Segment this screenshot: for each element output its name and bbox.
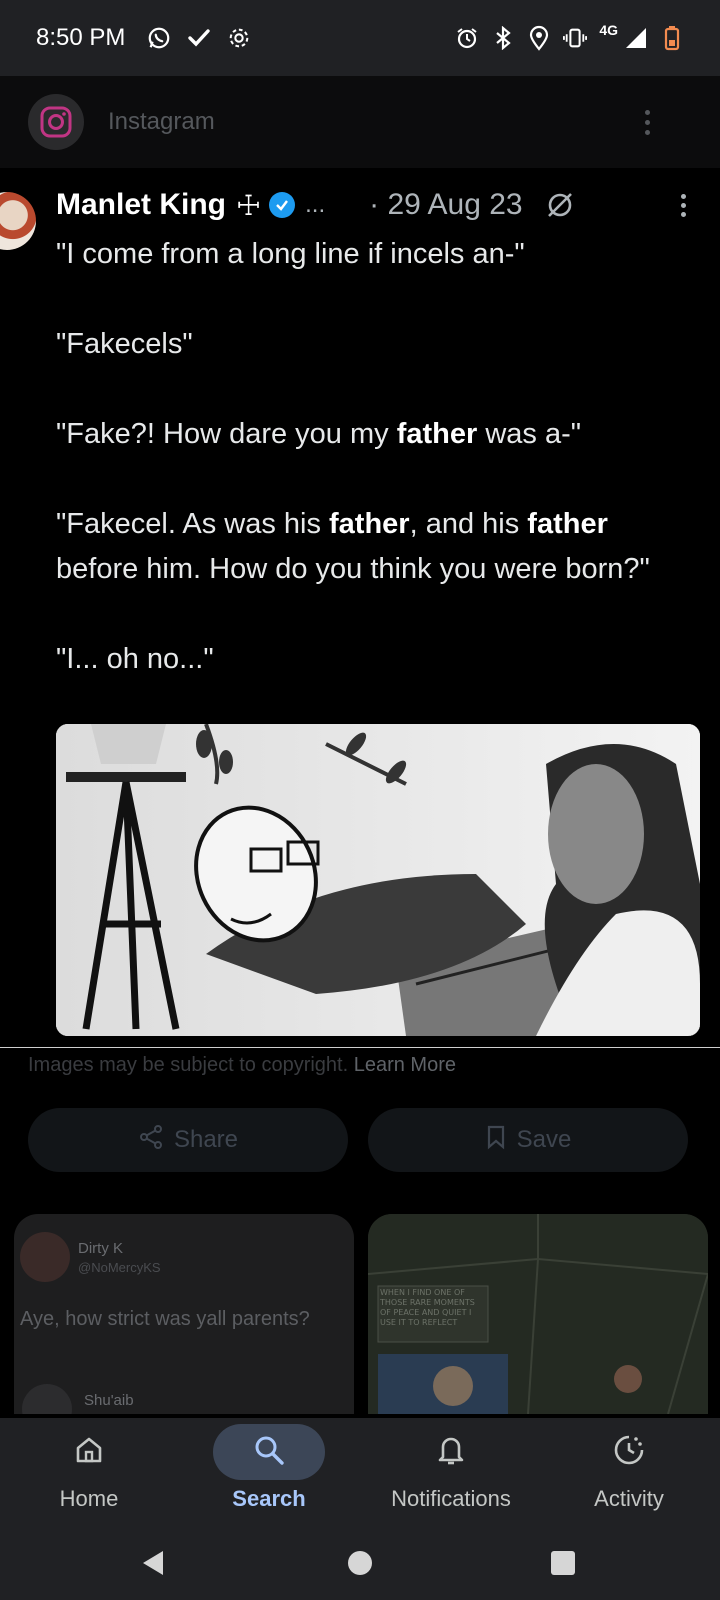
alarm-icon (455, 26, 479, 50)
nav-home[interactable]: Home (4, 1424, 174, 1520)
save-label: Save (516, 1126, 572, 1153)
card-user-name: Shu'aib (84, 1392, 134, 1409)
search-icon (252, 1433, 286, 1472)
author-name: Manlet King (56, 188, 226, 221)
avatar (20, 1232, 70, 1282)
home-icon (73, 1434, 105, 1471)
card-user-name: Dirty K (78, 1240, 123, 1257)
bell-icon (435, 1433, 467, 1472)
nav-label: Home (59, 1486, 119, 1511)
tweet-date: · 29 Aug 23 (369, 188, 523, 221)
share-label: Share (173, 1126, 239, 1153)
nav-label: Notifications (391, 1486, 511, 1511)
cross-symbol: ☩ (236, 189, 262, 221)
tweet-line: "Fake?! How dare you my father was a-" (56, 418, 582, 450)
activity-icon (612, 1433, 646, 1472)
signal-icon (624, 26, 648, 50)
related-card[interactable]: WHEN I FIND ONE OF THOSE RARE MOMENTS OF… (368, 1214, 708, 1414)
learn-more-link[interactable]: Learn More (354, 1054, 456, 1076)
card-user-handle: @NoMercyKS (78, 1260, 161, 1275)
network-type: 4G (599, 22, 618, 38)
share-icon (138, 1124, 164, 1157)
battery-low-icon (660, 26, 684, 51)
grok-icon (543, 188, 577, 222)
verified-icon (269, 192, 296, 218)
tweet-line: "Fakecels" (56, 328, 193, 360)
status-left-icons (147, 26, 251, 50)
result-image[interactable]: Manlet King ☩ ... · 29 Aug 23 "I come fr… (0, 168, 720, 1048)
copyright-notice: Images may be subject to copyright. Lear… (28, 1054, 456, 1077)
source-bar: Instagram (0, 76, 720, 168)
back-icon[interactable] (138, 1548, 168, 1578)
comic-caption: WHEN I FIND ONE OF THOSE RARE MOMENTS OF… (380, 1288, 475, 1327)
tweet-text: "I come from a long line if incels an-" … (56, 232, 696, 682)
copyright-text: Images may be subject to copyright. (28, 1054, 349, 1076)
tweet-line: "I... oh no..." (56, 643, 214, 675)
nav-activity[interactable]: Activity (544, 1424, 714, 1520)
nav-notifications[interactable]: Notifications (366, 1424, 536, 1520)
tweet-menu-icon (681, 193, 686, 217)
vibrate-icon (563, 26, 588, 50)
author-avatar (0, 192, 36, 250)
tweet-line: "Fakecel. As was his father, and his fat… (56, 508, 650, 585)
system-navigation-bar (0, 1524, 720, 1600)
nav-search[interactable]: Search (184, 1424, 354, 1520)
bookmark-icon (485, 1124, 507, 1157)
status-bar: 8:50 PM 4G (0, 0, 720, 76)
nav-label: Search (232, 1486, 306, 1511)
location-icon (527, 25, 551, 51)
more-options-icon[interactable] (645, 109, 650, 135)
related-card[interactable]: Dirty K @NoMercyKS Aye, how strict was y… (14, 1214, 354, 1414)
instagram-logo-icon[interactable] (28, 94, 84, 150)
card-text: Aye, how strict was yall parents? (20, 1308, 310, 1330)
check-icon (187, 26, 211, 50)
status-time: 8:50 PM (36, 24, 126, 51)
whatsapp-icon (147, 26, 171, 50)
tweet-header: Manlet King ☩ ... · 29 Aug 23 (56, 188, 696, 222)
home-button-icon[interactable] (345, 1548, 375, 1578)
nav-label: Activity (594, 1486, 664, 1511)
recents-icon[interactable] (548, 1548, 578, 1578)
settings-icon (227, 26, 251, 50)
name-ellipsis: ... (305, 191, 326, 218)
tweet-line: "I come from a long line if incels an-" (56, 238, 525, 270)
avatar (22, 1384, 72, 1414)
share-button[interactable]: Share (28, 1108, 348, 1172)
meme-image (56, 724, 700, 1036)
source-name[interactable]: Instagram (108, 108, 215, 136)
status-right-icons: 4G (455, 22, 684, 51)
save-button[interactable]: Save (368, 1108, 688, 1172)
bluetooth-icon (491, 26, 515, 50)
bottom-navigation: Home Search Notifications Activity (0, 1418, 720, 1524)
